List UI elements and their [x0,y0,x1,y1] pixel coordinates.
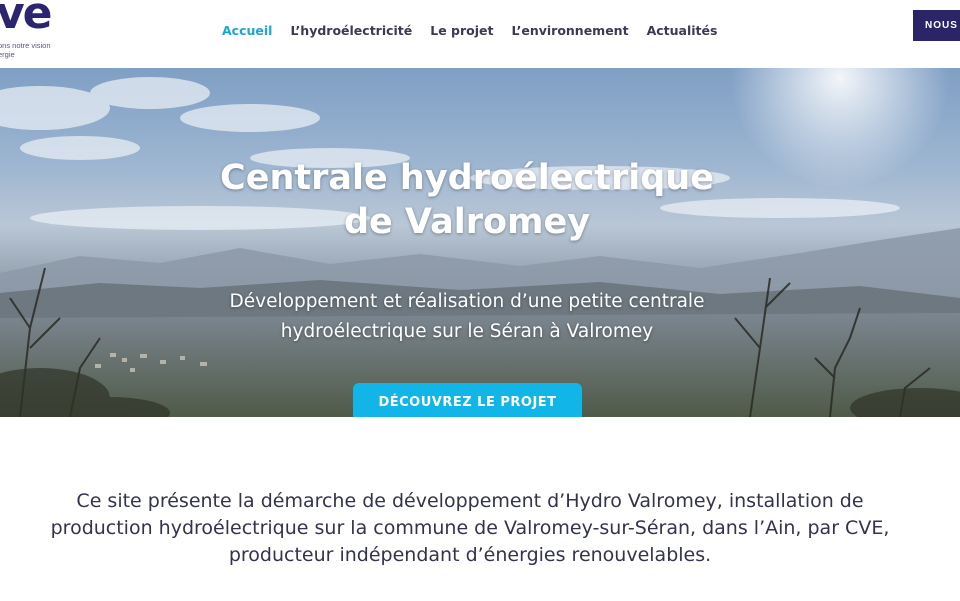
nav-item-le-projet[interactable]: Le projet [430,23,493,38]
intro-line1: Ce site présente la démarche de développ… [76,490,864,512]
hero-subtitle-line2: hydroélectrique sur le Séran à Valromey [280,321,654,342]
cve-logo[interactable]: ve ons notre vision ergie [0,0,80,64]
nav-item-environnement[interactable]: L’environnement [512,23,629,38]
contact-button[interactable]: NOUS C [913,10,960,41]
site-header: ve ons notre vision ergie Accueil L’hydr… [0,0,960,68]
main-nav: Accueil L’hydroélectricité Le projet L’e… [222,23,717,38]
intro-line2: production hydroélectrique sur la commun… [50,517,890,539]
hero-title-line1: Centrale hydroélectrique [220,158,714,198]
hero-subtitle-line1: Développement et réalisation d’une petit… [229,291,705,312]
discover-project-button[interactable]: DÉCOUVREZ LE PROJET [353,383,582,417]
nav-item-actualites[interactable]: Actualités [647,23,718,38]
logo-tagline-line2: ergie [0,50,15,59]
nav-item-accueil[interactable]: Accueil [222,23,272,38]
hero-subtitle: Développement et réalisation d’une petit… [0,287,934,347]
logo-tagline-line1: ons notre vision [0,41,51,50]
logo-mark: ve [0,0,53,39]
hero-title-line2: de Valromey [343,202,591,242]
hero-banner: Centrale hydroélectrique de Valromey Dév… [0,68,960,417]
intro-line3: producteur indépendant d’énergies renouv… [228,544,712,566]
hero-title: Centrale hydroélectrique de Valromey [0,156,934,244]
nav-item-hydroelectricite[interactable]: L’hydroélectricité [290,23,412,38]
intro-paragraph: Ce site présente la démarche de développ… [20,488,920,569]
